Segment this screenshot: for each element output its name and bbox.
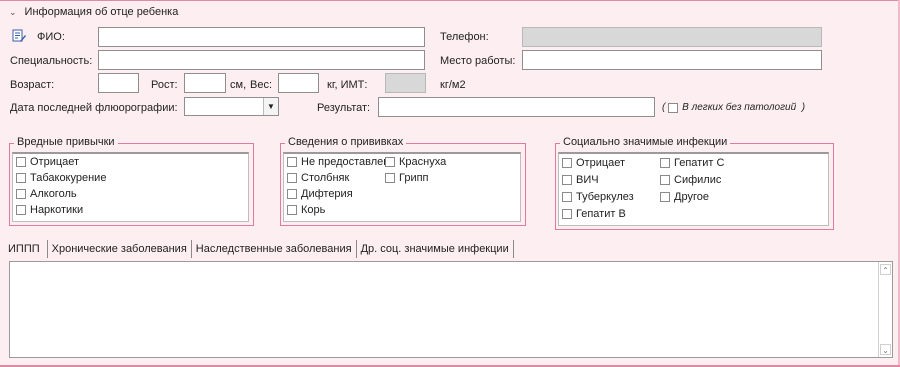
height-label: Рост: [151, 79, 178, 91]
weight-unit: кг, ИМТ: [327, 79, 368, 91]
checkbox-icon[interactable] [562, 158, 572, 168]
vaccine-item[interactable]: Столбняк [287, 172, 349, 184]
infection-item[interactable]: ВИЧ [562, 174, 599, 186]
checkbox-icon[interactable] [660, 175, 670, 185]
checkbox-icon[interactable] [385, 157, 395, 167]
vaccine-item[interactable]: Не предоставлен [287, 156, 389, 168]
habits-list: Отрицает Табакокурение Алкоголь Наркотик… [12, 152, 249, 222]
checkbox-icon[interactable] [660, 192, 670, 202]
weight-label: Вес: [250, 79, 273, 91]
tab-other-infections[interactable]: Др. соц. значимые инфекции [357, 240, 514, 258]
checkbox-icon[interactable] [562, 175, 572, 185]
vertical-scrollbar[interactable]: ⌃ ⌄ [878, 262, 892, 357]
vaccine-item[interactable]: Краснуха [385, 156, 446, 168]
infections-group: Социально значимые инфекции Отрицает ВИЧ… [555, 136, 834, 230]
phone-label: Телефон: [440, 31, 489, 43]
vaccines-title: Сведения о прививках [285, 136, 407, 148]
checkbox-icon[interactable] [562, 209, 572, 219]
infections-list: Отрицает ВИЧ Туберкулез Гепатит B Гепати… [558, 152, 829, 226]
tab-content-textarea[interactable]: ⌃ ⌄ [9, 261, 893, 358]
lungs-normal-label: В легких без патологий [682, 102, 797, 113]
vaccines-list: Не предоставлен Столбняк Дифтерия Корь К… [283, 152, 521, 222]
vaccine-item[interactable]: Дифтерия [287, 188, 353, 200]
section-header[interactable]: ⌄ Информация об отце ребенка [9, 6, 178, 18]
chevron-down-icon[interactable]: ⌄ [9, 7, 17, 18]
vaccine-item[interactable]: Грипп [385, 172, 429, 184]
infection-item[interactable]: Гепатит C [660, 157, 724, 169]
bmi-input [385, 73, 426, 93]
checkbox-icon[interactable] [16, 189, 26, 199]
workplace-label: Место работы: [440, 55, 516, 67]
habits-group: Вредные привычки Отрицает Табакокурение … [9, 136, 254, 226]
height-input[interactable] [184, 73, 226, 93]
fluoro-date-picker[interactable]: ▼ [184, 97, 279, 116]
tab-hereditary[interactable]: Наследственные заболевания [192, 240, 357, 258]
checkbox-icon[interactable] [287, 205, 297, 215]
habits-title: Вредные привычки [14, 136, 118, 148]
infection-item[interactable]: Другое [660, 191, 709, 203]
scroll-up-icon[interactable]: ⌃ [880, 264, 891, 275]
checkbox-icon[interactable] [385, 173, 395, 183]
fluoro-date-label: Дата последней флюорографии: [10, 102, 178, 114]
checkbox-icon[interactable] [16, 173, 26, 183]
scroll-down-icon[interactable]: ⌄ [880, 344, 891, 355]
edit-icon[interactable] [12, 29, 26, 43]
paren-close: ) [801, 102, 806, 113]
dropdown-arrow-icon[interactable]: ▼ [263, 98, 278, 115]
weight-input[interactable] [278, 73, 319, 93]
fio-input[interactable] [98, 27, 425, 47]
tab-ippp[interactable]: ИППП [5, 240, 48, 258]
phone-input[interactable] [522, 27, 822, 47]
specialty-label: Специальность: [10, 55, 93, 67]
paren-open: ( [662, 102, 666, 113]
habit-item[interactable]: Алкоголь [16, 188, 77, 200]
infection-item[interactable]: Отрицает [562, 157, 625, 169]
checkbox-icon[interactable] [16, 157, 26, 167]
vaccines-group: Сведения о прививках Не предоставлен Сто… [280, 136, 526, 226]
lungs-normal-checkbox[interactable]: ( В легких без патологий ) [662, 102, 805, 113]
infections-title: Социально значимые инфекции [560, 136, 731, 148]
tab-chronic[interactable]: Хронические заболевания [48, 240, 192, 258]
infection-item[interactable]: Сифилис [660, 174, 721, 186]
checkbox-icon[interactable] [287, 157, 297, 167]
checkbox-icon[interactable] [287, 189, 297, 199]
bmi-unit: кг/м2 [440, 79, 466, 91]
tab-bar: ИППП Хронические заболевания Наследствен… [5, 239, 514, 259]
checkbox-icon[interactable] [562, 192, 572, 202]
result-input[interactable] [378, 97, 655, 117]
habit-item[interactable]: Табакокурение [16, 172, 106, 184]
top-border [0, 0, 900, 1]
age-label: Возраст: [10, 79, 55, 91]
checkbox-icon[interactable] [668, 102, 679, 113]
checkbox-icon[interactable] [16, 205, 26, 215]
workplace-input[interactable] [522, 50, 822, 70]
fio-label: ФИО: [37, 31, 65, 43]
infection-item[interactable]: Туберкулез [562, 191, 634, 203]
age-input[interactable] [98, 73, 139, 93]
infection-item[interactable]: Гепатит B [562, 208, 626, 220]
specialty-input[interactable] [98, 50, 425, 70]
habit-item[interactable]: Наркотики [16, 204, 83, 216]
habit-item[interactable]: Отрицает [16, 156, 79, 168]
vaccine-item[interactable]: Корь [287, 204, 325, 216]
checkbox-icon[interactable] [660, 158, 670, 168]
checkbox-icon[interactable] [287, 173, 297, 183]
section-title: Информация об отце ребенка [24, 6, 179, 18]
height-unit: см, [230, 79, 247, 91]
result-label: Результат: [317, 102, 371, 114]
